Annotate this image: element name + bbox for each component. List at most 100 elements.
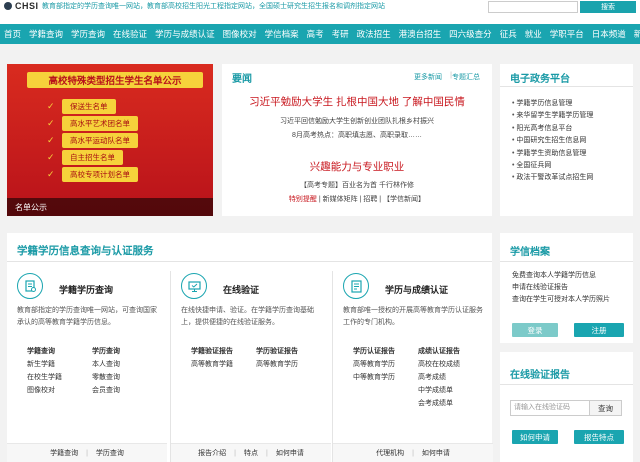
service-link[interactable]: 会考成绩单 <box>418 399 483 409</box>
service-link[interactable]: 学历认证报告 <box>353 347 418 357</box>
more-news-link[interactable]: 更多新闻 <box>414 72 442 82</box>
service-link[interactable]: 会员查询 <box>92 386 157 396</box>
service-link[interactable]: 高等教育学历 <box>353 360 418 370</box>
nav-item[interactable]: 学籍查询 <box>25 24 67 44</box>
service-name[interactable]: 在线验证 <box>223 283 259 296</box>
service-link[interactable]: 学历查询 <box>92 347 157 357</box>
nav-item[interactable]: 首页 <box>4 24 25 44</box>
verify-query-button[interactable]: 查询 <box>590 400 622 416</box>
verify-panel: 在线验证报告 请输入在线验证码 查询 如何申请 报告特点 <box>500 352 633 462</box>
egov-link[interactable]: 全国征兵网 <box>512 160 593 172</box>
service-link[interactable]: 中学成绩单 <box>418 386 483 396</box>
logo-mark-icon <box>4 2 12 10</box>
banner-list-item[interactable]: ✓ 高水平运动队名单 <box>47 132 187 149</box>
service-links: 学历认证报告 成绩认证报告 高等教育学历 高校在校成绩 中等教育学历 高考成绩中学成绩单会… <box>353 347 483 409</box>
service-link[interactable]: 学籍验证报告 <box>191 347 256 357</box>
banner-carousel[interactable]: 高校特殊类型招生学生名单公示 ✓ 保送生名单 ✓ 高水平艺术团名单 ✓ 高水平运动队名单 ✓… <box>7 64 213 216</box>
service-link[interactable]: 本人查询 <box>92 360 157 370</box>
nav-item[interactable]: 新职业 <box>630 24 640 44</box>
main-nav: 首页 学籍查询 学历查询 在线验证 学历与成绩认证 图像校对 学信档案 高考 考研 政法招生 港澳台… <box>0 24 640 44</box>
service-footer-link[interactable]: 特点 <box>244 448 258 458</box>
banner-list-item[interactable]: ✓ 自主招生名单 <box>47 149 187 166</box>
checkmark-icon: ✓ <box>47 135 55 145</box>
archive-title: 学信档案 <box>510 247 550 258</box>
banner-list-item[interactable]: ✓ 保送生名单 <box>47 98 187 115</box>
news-headline[interactable]: 兴趣能力与专业职业 <box>222 159 492 174</box>
nav-item[interactable]: 在线验证 <box>109 24 151 44</box>
nav-item[interactable]: 征兵 <box>496 24 521 44</box>
register-button[interactable]: 注册 <box>574 323 624 337</box>
news-subline[interactable]: 【高考专题】百业名为首 千行林作修 <box>222 180 492 190</box>
document-search-icon <box>17 273 43 299</box>
nav-item[interactable]: 高考 <box>303 24 328 44</box>
service-footer-link[interactable]: 学历查询 <box>96 448 124 458</box>
service-footer-link[interactable]: 代理机构 <box>376 448 404 458</box>
service-link[interactable]: 学籍查询 <box>27 347 92 357</box>
service-link[interactable]: 成绩认证报告 <box>418 347 483 357</box>
egov-link[interactable]: 阳光高考信息平台 <box>512 123 593 135</box>
banner-list-item[interactable]: ✓ 高校专项计划名单 <box>47 166 187 183</box>
site-logo[interactable]: CHSI <box>4 0 39 12</box>
service-footer-link[interactable]: 如何申请 <box>276 448 304 458</box>
nav-item[interactable]: 四六级查分 <box>445 24 496 44</box>
nav-item[interactable]: 学历与成绩认证 <box>151 24 219 44</box>
checkmark-icon: ✓ <box>47 101 55 111</box>
nav-item[interactable]: 学职平台 <box>546 24 588 44</box>
service-link[interactable]: 图像校对 <box>27 386 92 396</box>
news-headline[interactable]: 习近平勉励大学生 扎根中国大地 了解中国民情 <box>222 94 492 109</box>
egov-title: 电子政务平台 <box>510 74 570 85</box>
nav-item[interactable]: 政法招生 <box>353 24 395 44</box>
service-footer-link[interactable]: 学籍查询 <box>50 448 78 458</box>
topics-link[interactable]: 专题汇总 <box>452 72 480 82</box>
divider <box>500 384 633 385</box>
service-link[interactable]: 高等教育学历 <box>256 360 321 370</box>
service-link[interactable]: 高考成绩 <box>418 373 483 383</box>
banner-caption-bar: 名单公示 <box>7 198 213 216</box>
egov-list: 学籍学历信息管理来华留学生学籍学历管理阳光高考信息平台中国研究生招生信息网学籍学… <box>512 98 593 185</box>
service-name[interactable]: 学籍学历查询 <box>59 283 113 296</box>
news-subline[interactable]: 8月高考热点：高职填志愿、高职录取…… <box>222 130 492 140</box>
egov-link[interactable]: 学籍学历信息管理 <box>512 98 593 110</box>
news-subline[interactable]: 习近平回信勉励大学生创新创业团队扎根乡村振兴 <box>222 116 492 126</box>
service-link[interactable]: 中等教育学历 <box>353 373 418 383</box>
top-search-button[interactable]: 搜索 <box>580 1 636 13</box>
service-footer-link[interactable]: 如何申请 <box>422 448 450 458</box>
verify-code-input[interactable]: 请输入在线验证码 <box>510 400 590 416</box>
nav-item[interactable]: 考研 <box>328 24 353 44</box>
report-features-button[interactable]: 报告特点 <box>574 430 624 444</box>
service-link[interactable]: 学历验证报告 <box>256 347 321 357</box>
login-button[interactable]: 登录 <box>512 323 558 337</box>
service-link[interactable]: 高校在校成绩 <box>418 360 483 370</box>
egov-link[interactable]: 学籍学生资助信息管理 <box>512 148 593 160</box>
service-link[interactable]: 新生学籍 <box>27 360 92 370</box>
nav-item[interactable]: 就业 <box>521 24 546 44</box>
banner-list-label: 高水平运动队名单 <box>62 133 138 148</box>
banner-list-item[interactable]: ✓ 高水平艺术团名单 <box>47 115 187 132</box>
footer-separator: | <box>234 449 236 457</box>
nav-item[interactable]: 图像校对 <box>219 24 261 44</box>
service-footer-link[interactable]: 报告介绍 <box>198 448 226 458</box>
service-footer: 代理机构 | 如何申请 <box>333 443 493 462</box>
service-link[interactable]: 在校生学籍 <box>27 373 92 383</box>
archive-link[interactable]: 查询在学生可授对本人学历照片 <box>512 294 610 306</box>
service-description: 在线快捷申请、验证。在学籍学历查询基础上，提供便捷的在线验证服务。 <box>181 307 314 326</box>
banner-title: 高校特殊类型招生学生名单公示 <box>27 72 203 88</box>
service-link[interactable]: 零散查询 <box>92 373 157 383</box>
nav-item[interactable]: 学历查询 <box>67 24 109 44</box>
egov-link[interactable]: 中国研究生招生信息网 <box>512 135 593 147</box>
nav-item[interactable]: 日本频道 <box>588 24 630 44</box>
nav-item[interactable]: 港澳台招生 <box>395 24 446 44</box>
archive-list: 免费查询本人学籍学历信息 申请在线验证报告 查询在学生可授对本人学历照片 <box>512 270 610 306</box>
egov-link[interactable]: 来华留学生学籍学历管理 <box>512 110 593 122</box>
service-column-query: 学籍学历查询 教育部指定的学历查询唯一网站，可查询国家承认的高等教育学籍学历信息… <box>7 271 167 462</box>
top-search-input[interactable] <box>488 1 578 13</box>
egov-link[interactable]: 政法干警改革试点招生网 <box>512 172 593 184</box>
archive-link[interactable]: 免费查询本人学籍学历信息 <box>512 270 610 282</box>
how-to-apply-button[interactable]: 如何申请 <box>512 430 558 444</box>
news-links[interactable]: | 新媒体矩阵 | 招聘 | 【学信新闻】 <box>319 196 425 203</box>
archive-link[interactable]: 申请在线验证报告 <box>512 282 610 294</box>
nav-item[interactable]: 学信档案 <box>261 24 303 44</box>
special-notice-link[interactable]: 特别提醒 <box>289 196 317 203</box>
service-name[interactable]: 学历与成绩认证 <box>385 283 448 296</box>
service-link[interactable]: 高等教育学籍 <box>191 360 256 370</box>
